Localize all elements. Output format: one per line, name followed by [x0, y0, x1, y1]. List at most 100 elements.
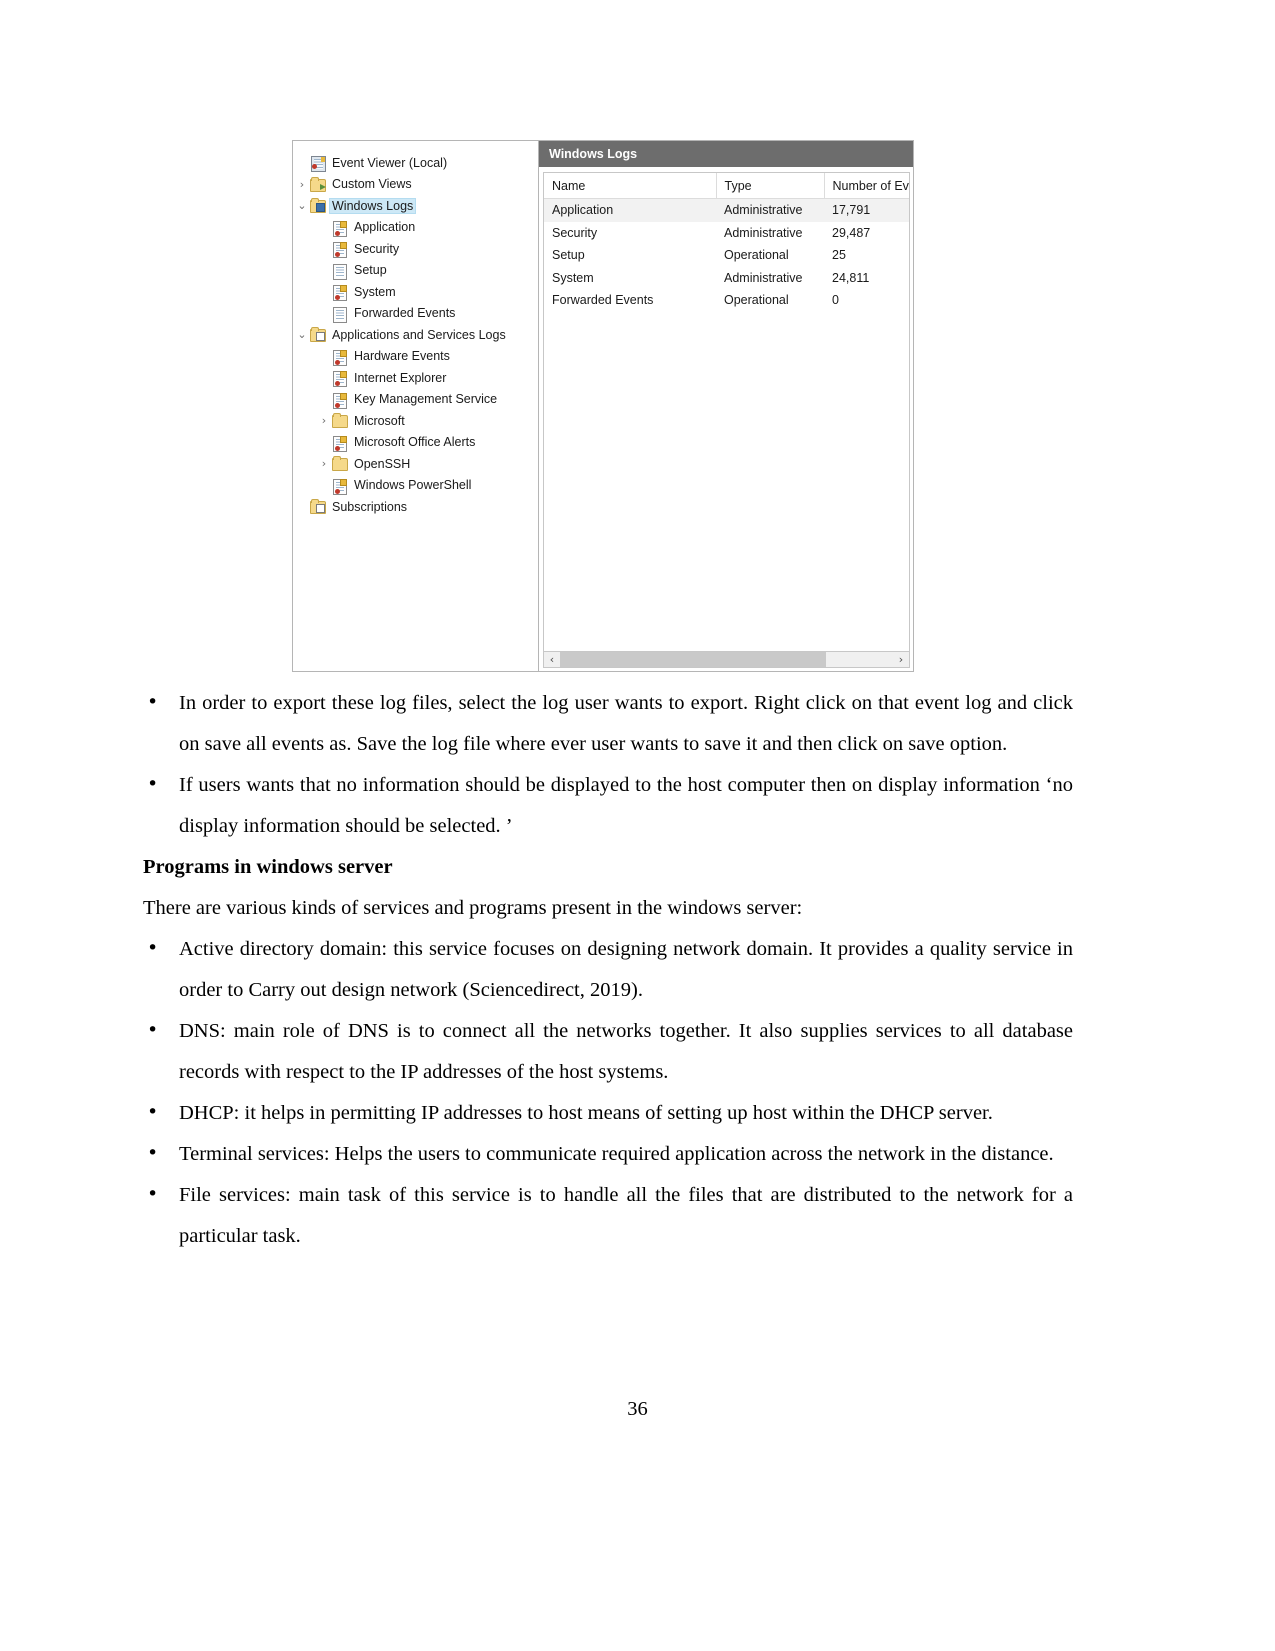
- log-type-cell: Administrative: [724, 225, 803, 240]
- tree-item-microsoft-office-alerts[interactable]: Microsoft Office Alerts: [293, 432, 538, 454]
- chevron-down-icon[interactable]: ⌄: [295, 200, 309, 211]
- page-number: 36: [627, 1398, 648, 1420]
- log-name-cell: Security: [552, 225, 598, 240]
- tree-item-openssh[interactable]: › OpenSSH: [293, 453, 538, 475]
- tree-item-windows-logs[interactable]: ⌄ Windows Logs: [293, 195, 538, 217]
- table-row[interactable]: Application Administrative 17,791: [544, 198, 909, 222]
- tree-item-applications-and-services-logs[interactable]: ⌄ Applications and Services Logs: [293, 324, 538, 346]
- column-header-type[interactable]: Type: [716, 173, 825, 199]
- scroll-left-arrow-icon[interactable]: ‹: [544, 652, 560, 667]
- log-grid-container: Name Type Number of Events ApplicationAd…: [543, 172, 910, 651]
- log-event-count-cell: 25: [832, 248, 846, 263]
- table-row[interactable]: Security Administrative 29,487: [544, 222, 909, 245]
- folder-icon: [331, 456, 348, 472]
- horizontal-scrollbar[interactable]: ‹ ›: [543, 651, 910, 668]
- tree-item-label: Internet Explorer: [354, 370, 447, 385]
- log-table-body: Application Administrative 17,791 Security A…: [544, 198, 909, 312]
- log-name-cell: System: [552, 270, 594, 285]
- section-subheading: Programs in windows server: [143, 856, 393, 878]
- folder-grid-icon: [309, 499, 326, 515]
- list-item: If users wants that no information shoul…: [143, 764, 1073, 847]
- tree-item-label: Microsoft Office Alerts: [354, 435, 476, 450]
- tree-item-forwarded-events[interactable]: Forwarded Events: [293, 303, 538, 325]
- tree-item-hardware-events[interactable]: Hardware Events: [293, 346, 538, 368]
- event-viewer-tree-pane[interactable]: Event Viewer (Local) › Custom Views ⌄ Window…: [292, 140, 538, 672]
- log-type-cell: Administrative: [716, 198, 824, 222]
- folder-blue-icon: [309, 198, 326, 214]
- tree-item-event-viewer-local[interactable]: Event Viewer (Local): [293, 152, 538, 174]
- folder-grid-icon: [309, 327, 326, 343]
- event-viewer-screenshot-figure: Event Viewer (Local) › Custom Views ⌄ Window…: [292, 140, 914, 672]
- log-name-cell: Application: [544, 198, 716, 222]
- tree-item-custom-views[interactable]: › Custom Views: [293, 174, 538, 196]
- tree-item-label: Application: [354, 220, 416, 235]
- log-key-icon: [331, 241, 348, 259]
- event-viewer-root-icon: [309, 155, 326, 173]
- intro-paragraph: There are various kinds of services and …: [143, 897, 803, 919]
- tree-item-label: Custom Views: [332, 177, 412, 192]
- bullet-list-export-steps: In order to export these log files, sele…: [143, 682, 1073, 847]
- pane-title: Windows Logs: [539, 141, 913, 167]
- log-event-count-cell: 17,791: [824, 198, 909, 222]
- list-item: Terminal services: Helps the users to co…: [143, 1133, 1073, 1175]
- log-event-count-cell: 24,811: [832, 270, 870, 285]
- tree-item-windows-powershell[interactable]: Windows PowerShell: [293, 475, 538, 497]
- tree-item-security[interactable]: Security: [293, 238, 538, 260]
- log-key-icon: [331, 370, 348, 388]
- log-key-icon: [331, 284, 348, 302]
- tree-item-application[interactable]: Application: [293, 217, 538, 239]
- table-row[interactable]: Forwarded Events Operational 0: [544, 289, 909, 312]
- table-header-row: Name Type Number of Events: [544, 173, 909, 199]
- log-icon: [331, 306, 348, 323]
- tree-item-label: Hardware Events: [354, 349, 450, 364]
- log-type-cell: Operational: [724, 293, 789, 308]
- column-header-number-of-events[interactable]: Number of Events: [824, 173, 909, 199]
- scrollbar-thumb[interactable]: [560, 652, 827, 667]
- windows-logs-list-pane: Windows Logs Name Type Number of Events: [538, 140, 914, 672]
- log-key-icon: [331, 478, 348, 495]
- tree-item-label: OpenSSH: [354, 456, 411, 471]
- tree-item-system[interactable]: System: [293, 281, 538, 303]
- folder-arrow-icon: [309, 176, 326, 192]
- log-type-cell: Operational: [724, 248, 789, 263]
- scroll-right-arrow-icon[interactable]: ›: [893, 652, 909, 667]
- log-key-icon: [331, 392, 348, 409]
- chevron-down-icon[interactable]: ⌄: [295, 329, 309, 340]
- tree-item-label: Event Viewer (Local): [332, 155, 448, 170]
- tree-item-label: Microsoft: [354, 413, 405, 428]
- log-event-count-cell: 29,487: [832, 225, 871, 240]
- document-body: In order to export these log files, sele…: [143, 682, 1073, 1257]
- log-key-icon: [331, 349, 348, 366]
- document-page: Event Viewer (Local) › Custom Views ⌄ Window…: [0, 0, 1275, 1651]
- list-item: Active directory domain: this service fo…: [143, 928, 1073, 1011]
- tree-item-label: Key Management Service: [354, 392, 498, 407]
- list-item: DHCP: it helps in permitting IP addresse…: [143, 1092, 1073, 1134]
- windows-logs-table: Name Type Number of Events ApplicationAd…: [544, 173, 909, 312]
- tree-item-label: Windows PowerShell: [354, 478, 472, 493]
- tree-item-key-management-service[interactable]: Key Management Service: [293, 389, 538, 411]
- list-item: File services: main task of this service…: [143, 1174, 1073, 1257]
- bullet-list-programs: Active directory domain: this service fo…: [143, 928, 1073, 1257]
- log-event-count-cell: 0: [832, 293, 839, 308]
- tree-item-microsoft[interactable]: › Microsoft: [293, 410, 538, 432]
- tree-item-internet-explorer[interactable]: Internet Explorer: [293, 367, 538, 389]
- chevron-right-icon[interactable]: ›: [317, 415, 331, 426]
- list-item: DNS: main role of DNS is to connect all …: [143, 1010, 1073, 1093]
- list-item: In order to export these log files, sele…: [143, 682, 1073, 765]
- log-name-cell: Forwarded Events: [552, 293, 654, 308]
- tree-item-label: Applications and Services Logs: [332, 327, 506, 342]
- log-name-cell: Setup: [552, 248, 585, 263]
- tree-item-setup[interactable]: Setup: [293, 260, 538, 282]
- column-header-name[interactable]: Name: [544, 173, 717, 199]
- tree-item-label: Windows Logs: [328, 197, 417, 214]
- log-icon: [331, 263, 348, 280]
- chevron-right-icon[interactable]: ›: [317, 458, 331, 469]
- tree-item-subscriptions[interactable]: Subscriptions: [293, 496, 538, 518]
- chevron-right-icon[interactable]: ›: [295, 179, 309, 190]
- log-key-icon: [331, 220, 348, 237]
- folder-icon: [331, 413, 348, 429]
- scrollbar-track[interactable]: [560, 652, 893, 667]
- table-row[interactable]: System Administrative 24,811: [544, 267, 909, 290]
- table-row[interactable]: Setup Operational 25: [544, 244, 909, 267]
- tree-item-label: Subscriptions: [332, 499, 408, 514]
